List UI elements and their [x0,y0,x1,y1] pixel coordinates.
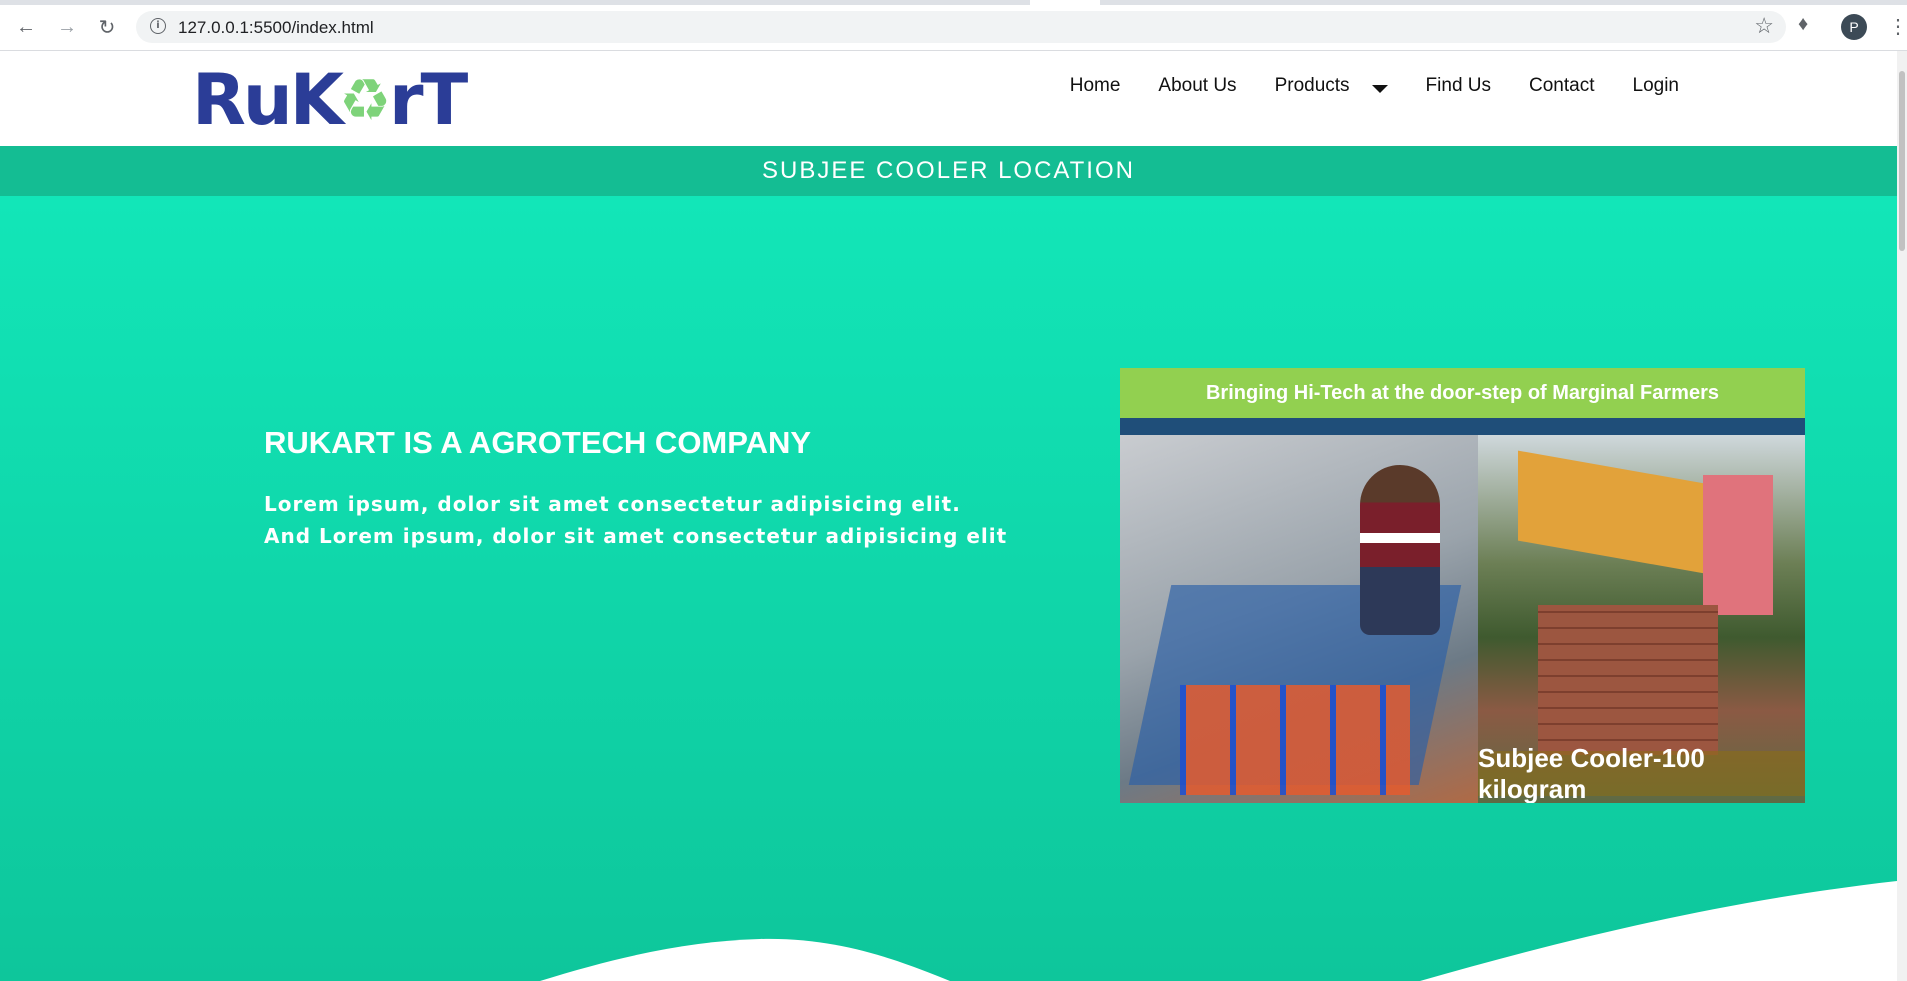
address-bar[interactable]: i 127.0.0.1:5500/index.html ☆ [136,11,1786,43]
recycle-icon: ♻ [338,66,391,134]
tab-strip-right [1100,0,1907,5]
site-info-icon[interactable]: i [150,18,166,34]
image-divider [1120,418,1805,435]
image-caption: Subjee Cooler-100 kilogram [1478,743,1805,803]
subjee-cooler-image: Bringing Hi-Tech at the door-step of Mar… [1120,368,1805,803]
scrollbar-thumb[interactable] [1899,71,1905,251]
url-text[interactable]: 127.0.0.1:5500/index.html [178,18,374,38]
nav-contact[interactable]: Contact [1529,75,1594,97]
cloth [1703,475,1773,615]
forward-icon[interactable]: → [53,13,81,41]
nav-products[interactable]: Products [1275,75,1350,97]
nav-find-us[interactable]: Find Us [1426,75,1491,97]
logo-text-end: rT [388,59,468,141]
nav-about-us[interactable]: About Us [1158,75,1236,97]
wave-divider [540,881,1897,981]
back-icon[interactable]: ← [12,13,40,41]
hero-line-2: And Lorem ipsum, dolor sit amet consecte… [264,524,1008,548]
hero-heading: RUKART IS A AGROTECH COMPANY [264,425,812,460]
menu-icon[interactable]: ⋮ [1888,14,1907,39]
caret-down-icon[interactable] [1371,85,1388,93]
reload-icon[interactable]: ↻ [93,13,121,41]
nav-login[interactable]: Login [1633,75,1680,97]
location-banner: SUBJEE COOLER LOCATION [0,146,1897,196]
cooler-photo-left [1120,435,1478,803]
logo-text-start: RuK [192,59,344,141]
nav-products-dropdown[interactable]: Products [1275,75,1388,97]
browser-toolbar: ← → ↻ i 127.0.0.1:5500/index.html ☆ ♦ P … [0,0,1907,51]
farmer-figure [1360,465,1440,635]
rukart-logo[interactable]: RuK ♻ rT [192,59,468,141]
tab-strip-left [0,0,1030,5]
hero-line-1: Lorem ipsum, dolor sit amet consectetur … [264,492,961,516]
hero-description: Lorem ipsum, dolor sit amet consectetur … [264,488,1007,552]
profile-avatar[interactable]: P [1841,14,1867,40]
nav-home[interactable]: Home [1070,75,1121,97]
main-nav: Home About Us Products Find Us Contact L… [1032,75,1679,97]
hero-section: RUKART IS A AGROTECH COMPANY Lorem ipsum… [0,196,1897,981]
image-top-banner: Bringing Hi-Tech at the door-step of Mar… [1120,368,1805,418]
site-header: RuK ♻ rT Home About Us Products Find Us Co… [0,51,1897,146]
extensions-icon[interactable]: ♦ [1798,13,1808,36]
bookmark-star-icon[interactable]: ☆ [1754,13,1774,39]
vegetable-crates [1180,685,1410,795]
brick-cooler [1538,605,1718,755]
page-scrollbar[interactable] [1897,51,1907,981]
banner-title: SUBJEE COOLER LOCATION [762,157,1135,184]
